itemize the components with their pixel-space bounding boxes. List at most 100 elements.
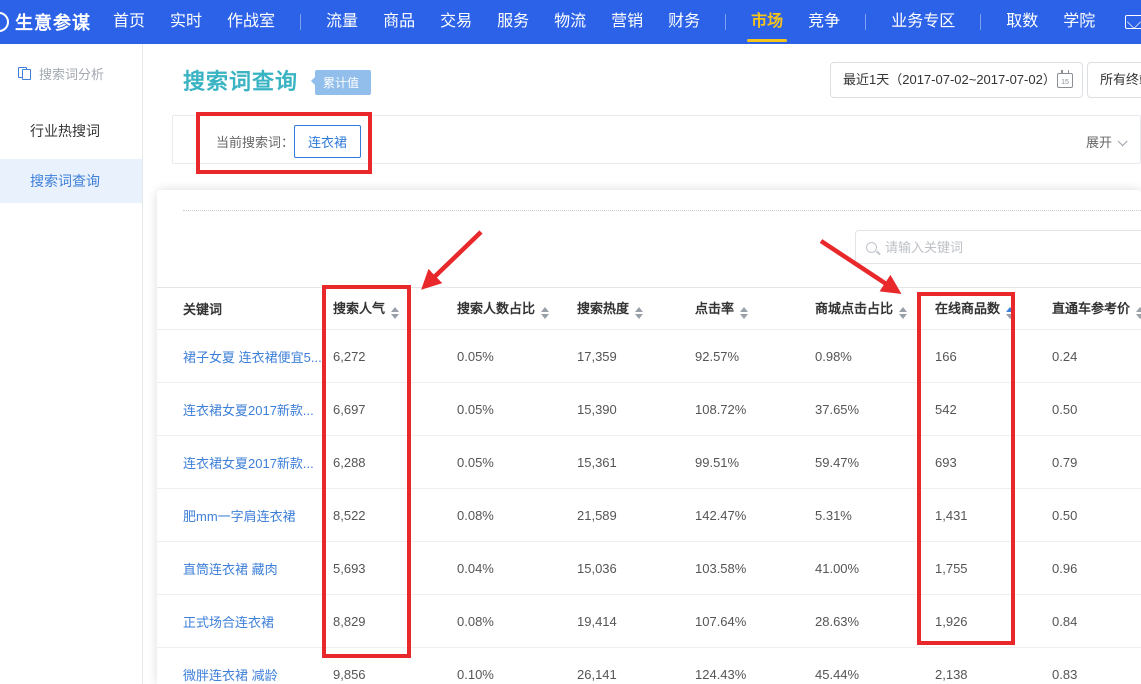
cell-value: 0.08% — [457, 508, 577, 523]
column-header-搜索人气[interactable]: 搜索人气 — [333, 298, 457, 319]
cell-value: 17,359 — [577, 349, 695, 364]
sidebar-item-行业热搜词[interactable]: 行业热搜词 — [0, 109, 142, 153]
cell-value: 124.43% — [695, 667, 815, 682]
cell-value: 9,856 — [333, 667, 457, 682]
nav-item-作战室[interactable]: 作战室 — [227, 0, 275, 44]
table-row: 连衣裙女夏2017新款...6,6970.05%15,390108.72%37.… — [157, 383, 1141, 436]
table-row: 连衣裙女夏2017新款...6,2880.05%15,36199.51%59.4… — [157, 436, 1141, 489]
sort-icon[interactable] — [635, 307, 643, 319]
current-keyword-chip[interactable]: 连衣裙 — [294, 125, 361, 158]
table-row: 正式场合连衣裙8,8290.08%19,414107.64%28.63%1,92… — [157, 595, 1141, 648]
cell-value: 45.44% — [815, 667, 935, 682]
terminal-selector[interactable]: 所有终端 — [1087, 62, 1141, 98]
nav-item-财务[interactable]: 财务 — [668, 0, 700, 44]
cell-value: 15,036 — [577, 561, 695, 576]
cell-value: 5.31% — [815, 508, 935, 523]
nav-item-流量[interactable]: 流量 — [326, 0, 358, 44]
cell-value: 6,697 — [333, 402, 457, 417]
cell-value: 41.00% — [815, 561, 935, 576]
app-logo[interactable]: 生意参谋 — [15, 9, 91, 35]
cell-value: 0.96 — [1052, 561, 1141, 576]
sort-icon[interactable] — [1006, 307, 1014, 319]
results-table-card: × 关键词搜索人气搜索人数占比搜索热度点击率商城点击占比在线商品数直通车参考价 … — [157, 190, 1141, 684]
nav-item-竞争[interactable]: 竞争 — [808, 0, 840, 44]
calendar-button[interactable]: 15 — [1048, 62, 1083, 98]
nav-item-业务专区[interactable]: 业务专区 — [891, 0, 955, 44]
keyword-link[interactable]: 微胖连衣裙 减龄 — [183, 665, 333, 684]
cumulative-value-badge: 累计值 — [315, 70, 371, 95]
column-header-点击率[interactable]: 点击率 — [695, 298, 815, 319]
mail-icon[interactable] — [1125, 15, 1141, 29]
nav-item-首页[interactable]: 首页 — [113, 0, 145, 44]
cell-value: 142.47% — [695, 508, 815, 523]
cell-value: 693 — [935, 455, 1052, 470]
cell-value: 59.47% — [815, 455, 935, 470]
cell-value: 28.63% — [815, 614, 935, 629]
sort-icon[interactable] — [391, 307, 399, 319]
column-header-商城点击占比[interactable]: 商城点击占比 — [815, 298, 935, 319]
sidebar-section-search-analysis: 搜索词分析 — [0, 44, 142, 83]
sidebar-section-label: 搜索词分析 — [39, 64, 104, 83]
column-header-搜索热度[interactable]: 搜索热度 — [577, 298, 695, 319]
search-icon — [866, 242, 877, 253]
column-label: 搜索热度 — [577, 301, 629, 316]
page-title: 搜索词查询 — [183, 64, 298, 96]
cell-value: 0.05% — [457, 402, 577, 417]
table-row: 微胖连衣裙 减龄9,8560.10%26,141124.43%45.44%2,1… — [157, 648, 1141, 684]
cell-value: 6,288 — [333, 455, 457, 470]
column-header-搜索人数占比[interactable]: 搜索人数占比 — [457, 298, 577, 319]
column-header-在线商品数[interactable]: 在线商品数 — [935, 298, 1052, 319]
cell-value: 8,829 — [333, 614, 457, 629]
keyword-link[interactable]: 连衣裙女夏2017新款... — [183, 400, 333, 419]
expand-toggle[interactable]: 展开 — [1086, 132, 1124, 151]
column-label: 点击率 — [695, 301, 734, 316]
table-body: 裙子女夏 连衣裙便宜5...6,2720.05%17,35992.57%0.98… — [157, 330, 1141, 684]
cell-value: 0.24 — [1052, 349, 1141, 364]
cell-value: 1,926 — [935, 614, 1052, 629]
dotted-divider — [183, 210, 1141, 211]
cell-value: 107.64% — [695, 614, 815, 629]
cell-value: 15,361 — [577, 455, 695, 470]
date-range-selector[interactable]: 最近1天（2017-07-02~2017-07-02） — [830, 62, 1049, 98]
nav-divider — [865, 14, 866, 30]
cell-value: 5,693 — [333, 561, 457, 576]
cell-value: 6,272 — [333, 349, 457, 364]
nav-item-学院[interactable]: 学院 — [1063, 0, 1095, 44]
nav-divider — [980, 14, 981, 30]
keyword-link[interactable]: 肥mm一字肩连衣裙 — [183, 506, 333, 525]
table-search-box[interactable]: × — [855, 230, 1141, 264]
table-header: 关键词搜索人气搜索人数占比搜索热度点击率商城点击占比在线商品数直通车参考价 — [157, 287, 1141, 330]
keyword-link[interactable]: 连衣裙女夏2017新款... — [183, 453, 333, 472]
nav-item-实时[interactable]: 实时 — [170, 0, 202, 44]
keyword-link[interactable]: 正式场合连衣裙 — [183, 612, 333, 631]
nav-item-市场[interactable]: 市场 — [751, 0, 783, 44]
cell-value: 19,414 — [577, 614, 695, 629]
cell-value: 1,431 — [935, 508, 1052, 523]
table-row: 肥mm一字肩连衣裙8,5220.08%21,589142.47%5.31%1,4… — [157, 489, 1141, 542]
table-search-input[interactable] — [885, 240, 1105, 255]
nav-item-服务[interactable]: 服务 — [497, 0, 529, 44]
nav-item-取数[interactable]: 取数 — [1006, 0, 1038, 44]
cell-value: 99.51% — [695, 455, 815, 470]
cell-value: 0.04% — [457, 561, 577, 576]
sort-icon[interactable] — [740, 307, 748, 319]
keyword-link[interactable]: 直筒连衣裙 藏肉 — [183, 559, 333, 578]
nav-item-营销[interactable]: 营销 — [611, 0, 643, 44]
nav-divider — [725, 14, 726, 30]
report-icon — [18, 67, 32, 80]
column-label: 在线商品数 — [935, 301, 1000, 316]
cell-value: 166 — [935, 349, 1052, 364]
current-keyword-label: 当前搜索词： — [216, 132, 294, 151]
cell-value: 0.98% — [815, 349, 935, 364]
sort-icon[interactable] — [541, 307, 549, 319]
nav-item-交易[interactable]: 交易 — [440, 0, 472, 44]
sort-icon[interactable] — [899, 307, 907, 319]
sort-icon[interactable] — [1136, 307, 1141, 319]
sidebar-item-搜索词查询[interactable]: 搜索词查询 — [0, 159, 142, 203]
table-row: 直筒连衣裙 藏肉5,6930.04%15,036103.58%41.00%1,7… — [157, 542, 1141, 595]
nav-item-商品[interactable]: 商品 — [383, 0, 415, 44]
column-header-直通车参考价[interactable]: 直通车参考价 — [1052, 298, 1141, 319]
nav-item-物流[interactable]: 物流 — [554, 0, 586, 44]
sidebar: 搜索词分析 行业热搜词搜索词查询 — [0, 44, 143, 684]
keyword-link[interactable]: 裙子女夏 连衣裙便宜5... — [183, 347, 333, 366]
